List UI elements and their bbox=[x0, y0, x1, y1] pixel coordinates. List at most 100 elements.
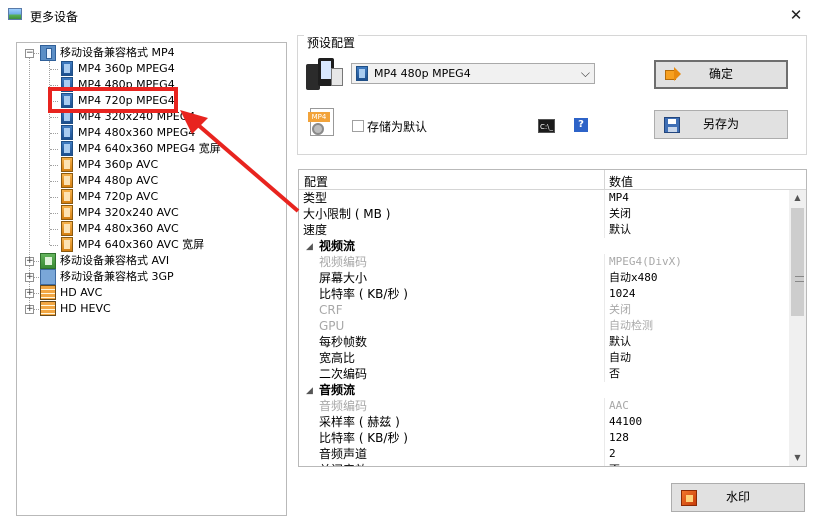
grid-row[interactable]: 采样率 ( 赫兹 ) 44100 bbox=[299, 414, 789, 430]
mp4-settings-icon: MP4 bbox=[307, 108, 339, 138]
ok-button[interactable]: 确定 bbox=[654, 60, 788, 89]
app-icon bbox=[8, 8, 22, 20]
title-bar: 更多设备 ✕ bbox=[0, 0, 819, 31]
grid-key: 二次编码 bbox=[319, 367, 368, 381]
scroll-down-icon[interactable]: ▼ bbox=[789, 450, 806, 466]
grid-row[interactable]: 比特率 ( KB/秒 ) 128 bbox=[299, 430, 789, 446]
tree-item-label: MP4 360p AVC bbox=[78, 158, 159, 171]
grid-value[interactable]: 128 bbox=[609, 430, 629, 446]
grid-key: 类型 bbox=[303, 191, 328, 205]
help-icon[interactable]: ? bbox=[574, 118, 588, 132]
grid-value[interactable]: 关闭 bbox=[609, 206, 631, 222]
tree-item[interactable]: MP4 320x240 AVC bbox=[17, 205, 286, 221]
device-tree[interactable]: − 移动设备兼容格式 MP4 MP4 360p MPEG4 MP4 480p MPEG… bbox=[16, 42, 287, 516]
grid-scrollbar[interactable]: ▲ ▼ bbox=[789, 190, 806, 466]
tree-item-label: MP4 640x360 AVC 宽屏 bbox=[78, 238, 205, 251]
grid-key: 视频流 bbox=[319, 239, 356, 253]
grid-row[interactable]: 每秒帧数 默认 bbox=[299, 334, 789, 350]
grid-value: 自动检测 bbox=[609, 319, 653, 332]
grid-row[interactable]: 宽高比 自动 bbox=[299, 350, 789, 366]
grid-row[interactable]: 关闭音效 否 bbox=[299, 462, 789, 466]
tree-item-label: HD HEVC bbox=[60, 302, 111, 315]
grid-row[interactable]: 类型 MP4 bbox=[299, 190, 789, 206]
grid-key: 采样率 ( 赫兹 ) bbox=[319, 415, 400, 429]
tree-group-item[interactable]: − 移动设备兼容格式 MP4 bbox=[17, 45, 286, 61]
tree-item-label: MP4 640x360 MPEG4 宽屏 bbox=[78, 142, 221, 155]
grid-value[interactable]: MP4 bbox=[609, 190, 629, 206]
collapse-triangle-icon[interactable]: ◢ bbox=[306, 383, 313, 399]
grid-row: 视频编码 MPEG4(DivX) bbox=[299, 254, 789, 270]
grid-section-row[interactable]: ◢ 视频流 bbox=[299, 238, 789, 254]
watermark-button[interactable]: 水印 bbox=[671, 483, 805, 512]
grid-key: 音频编码 bbox=[319, 399, 368, 413]
grid-header-key: 配置 bbox=[304, 175, 329, 189]
mpeg4-icon bbox=[61, 141, 73, 156]
grid-row[interactable]: 大小限制 ( MB ) 关闭 bbox=[299, 206, 789, 222]
tree-item[interactable]: MP4 480x360 MPEG4 bbox=[17, 125, 286, 141]
save-as-button[interactable]: 另存为 bbox=[654, 110, 788, 139]
grid-value[interactable]: 否 bbox=[609, 462, 620, 466]
grid-row: CRF 关闭 bbox=[299, 302, 789, 318]
grid-key: 音频声道 bbox=[319, 447, 368, 461]
grid-value[interactable]: 44100 bbox=[609, 414, 642, 430]
grid-value[interactable]: 1024 bbox=[609, 286, 636, 302]
grid-value[interactable]: 自动x480 bbox=[609, 270, 658, 286]
avc-icon bbox=[61, 189, 73, 204]
tree-group-item[interactable]: + HD HEVC bbox=[17, 301, 286, 317]
preset-select[interactable]: MP4 480p MPEG4 ⌵ bbox=[351, 63, 595, 84]
grid-row[interactable]: 音频声道 2 bbox=[299, 446, 789, 462]
ok-button-label: 确定 bbox=[708, 67, 733, 81]
grid-value: 关闭 bbox=[609, 303, 631, 316]
device-icon bbox=[306, 58, 344, 90]
tree-group-item[interactable]: + HD AVC bbox=[17, 285, 286, 301]
save-default-checkbox[interactable] bbox=[352, 120, 364, 132]
tree-item-label: MP4 320x240 AVC bbox=[78, 206, 179, 219]
tree-item[interactable]: MP4 360p AVC bbox=[17, 157, 286, 173]
tree-group-item[interactable]: + 移动设备兼容格式 3GP bbox=[17, 269, 286, 285]
mpeg4-icon bbox=[356, 66, 368, 81]
tree-item[interactable]: MP4 480p AVC bbox=[17, 173, 286, 189]
tree-item[interactable]: MP4 360p MPEG4 bbox=[17, 61, 286, 77]
command-line-icon[interactable]: C:\_ bbox=[538, 119, 555, 133]
properties-grid[interactable]: 配置 数值 类型 MP4 大小限制 ( MB ) 关闭 速度 默认 ◢ 视频流 视频编码 MPEG… bbox=[298, 169, 807, 467]
tree-group-item[interactable]: + 移动设备兼容格式 AVI bbox=[17, 253, 286, 269]
avc-icon bbox=[61, 173, 73, 188]
tree-item-label: MP4 480p AVC bbox=[78, 174, 159, 187]
grid-key: 比特率 ( KB/秒 ) bbox=[319, 287, 408, 301]
tree-item[interactable]: MP4 480x360 AVC bbox=[17, 221, 286, 237]
tree-item-label: MP4 720p AVC bbox=[78, 190, 159, 203]
avc-icon bbox=[61, 157, 73, 172]
grid-value[interactable]: 默认 bbox=[609, 222, 631, 238]
collapse-triangle-icon[interactable]: ◢ bbox=[306, 239, 313, 255]
grid-header-value: 数值 bbox=[609, 175, 634, 189]
expand-icon[interactable]: + bbox=[25, 305, 34, 314]
grid-row: GPU 自动检测 bbox=[299, 318, 789, 334]
save-icon bbox=[664, 117, 680, 133]
grid-value: MPEG4(DivX) bbox=[609, 255, 682, 268]
expand-icon[interactable]: + bbox=[25, 289, 34, 298]
close-button[interactable]: ✕ bbox=[773, 0, 819, 31]
arrow-right-icon bbox=[665, 67, 681, 81]
preset-group-title: 预设配置 bbox=[304, 34, 359, 51]
watermark-button-label: 水印 bbox=[725, 490, 750, 504]
tree-item[interactable]: MP4 640x360 AVC 宽屏 bbox=[17, 237, 286, 253]
scroll-thumb[interactable] bbox=[791, 208, 804, 316]
tree-item[interactable]: MP4 720p AVC bbox=[17, 189, 286, 205]
collapse-icon[interactable]: − bbox=[25, 49, 34, 58]
tree-item-label: MP4 480x360 MPEG4 bbox=[78, 126, 196, 139]
grid-value[interactable]: 2 bbox=[609, 446, 616, 462]
grid-key: 速度 bbox=[303, 223, 328, 237]
grid-row[interactable]: 速度 默认 bbox=[299, 222, 789, 238]
expand-icon[interactable]: + bbox=[25, 273, 34, 282]
tree-item[interactable]: MP4 640x360 MPEG4 宽屏 bbox=[17, 141, 286, 157]
grid-row[interactable]: 屏幕大小 自动x480 bbox=[299, 270, 789, 286]
grid-value[interactable]: 自动 bbox=[609, 350, 631, 366]
grid-row[interactable]: 二次编码 否 bbox=[299, 366, 789, 382]
expand-icon[interactable]: + bbox=[25, 257, 34, 266]
grid-section-row[interactable]: ◢ 音频流 bbox=[299, 382, 789, 398]
mp4-tag: MP4 bbox=[308, 112, 330, 122]
grid-value[interactable]: 否 bbox=[609, 366, 620, 382]
scroll-up-icon[interactable]: ▲ bbox=[789, 190, 806, 206]
grid-row[interactable]: 比特率 ( KB/秒 ) 1024 bbox=[299, 286, 789, 302]
grid-value[interactable]: 默认 bbox=[609, 334, 631, 350]
